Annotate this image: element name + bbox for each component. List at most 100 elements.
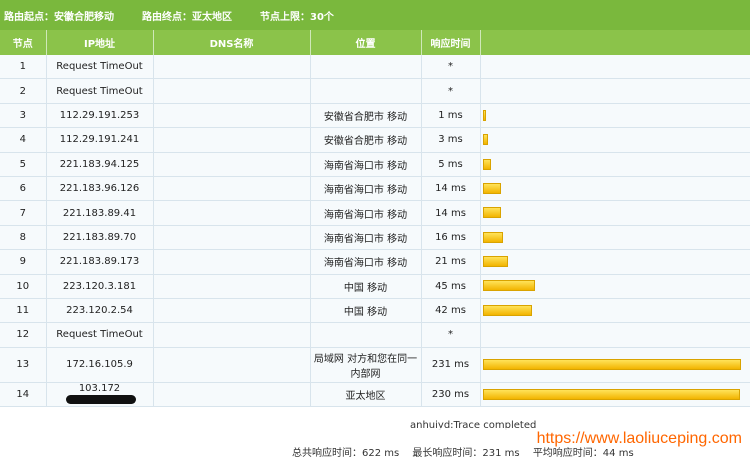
cell-location: 海南省海口市 移动: [310, 152, 422, 177]
cell-location-text: 海南省海口市 移动: [323, 233, 408, 245]
cell-ip-text: 221.183.89.173: [59, 256, 140, 268]
cell-node-text: 11: [16, 305, 30, 317]
cell-response-bar: [480, 347, 750, 383]
cell-response-bar: [480, 382, 750, 408]
avg-time: 平均响应时间：44 ms: [532, 448, 634, 459]
cell-dns: [153, 382, 311, 408]
cell-node-text: 6: [19, 183, 26, 195]
col-bar: [480, 30, 750, 55]
cell-time-text: 5 ms: [438, 158, 463, 170]
cell-location-text: 安徽省合肥市 移动: [323, 136, 408, 148]
cell-location-text: 海南省海口市 移动: [323, 185, 408, 197]
redaction-mark: [65, 394, 136, 404]
cell-node-text: 9: [19, 256, 26, 268]
response-bar: [482, 304, 532, 316]
cell-location: 中国 移动: [310, 274, 422, 299]
cell-node: 11: [0, 298, 47, 324]
col-response-time: 响应时间: [421, 30, 481, 55]
cell-response-bar: [480, 78, 750, 104]
cell-ip-text: 223.120.3.181: [62, 280, 137, 292]
col-ip: IP地址: [46, 30, 154, 55]
response-bar: [482, 158, 491, 170]
cell-location: 中国 移动: [310, 298, 422, 324]
cell-ip: Request TimeOut: [46, 78, 154, 104]
cell-time: 1 ms: [421, 103, 481, 129]
cell-node-text: 5: [19, 158, 26, 170]
cell-ip: 112.29.191.253: [46, 103, 154, 129]
cell-node: 9: [0, 249, 47, 275]
cell-time: 3 ms: [421, 127, 481, 153]
cell-node-text: 3: [19, 109, 26, 121]
response-bar: [482, 280, 535, 292]
cell-node: 5: [0, 152, 47, 177]
cell-node: 6: [0, 176, 47, 202]
cell-dns: [153, 176, 311, 202]
cell-ip-text: 172.16.105.9: [66, 359, 133, 371]
cell-location: 安徽省合肥市 移动: [310, 103, 422, 129]
cell-time: *: [421, 78, 481, 104]
cell-response-bar: [480, 249, 750, 275]
cell-location-text: 海南省海口市 移动: [323, 209, 408, 221]
cell-dns: [153, 298, 311, 324]
col-dns: DNS名称: [153, 30, 311, 55]
table-row: 12 Request TimeOut *: [0, 322, 750, 348]
response-bar: [482, 358, 741, 370]
route-end-label: 路由终点：: [142, 11, 192, 23]
response-bar: [482, 109, 486, 121]
cell-location: 海南省海口市 移动: [310, 176, 422, 202]
cell-node-text: 12: [16, 329, 30, 341]
cell-node: 10: [0, 274, 47, 299]
cell-time-text: *: [448, 329, 453, 341]
summary-bar: 总共响应时间：622 ms 最长响应时间：231 ms 平均响应时间：44 ms: [292, 444, 644, 459]
cell-response-bar: [480, 103, 750, 129]
trace-header: 路由起点： 安徽合肥移动 路由终点： 亚太地区 节点上限： 30个: [0, 0, 750, 30]
cell-node: 8: [0, 225, 47, 251]
route-start-value: 安徽合肥移动: [54, 11, 114, 23]
table-row: 11 223.120.2.54 中国 移动 42 ms: [0, 298, 750, 324]
cell-location: [310, 322, 422, 348]
cell-node: 2: [0, 78, 47, 104]
cell-time-text: 231 ms: [431, 359, 470, 371]
table-row: 14 103.172 亚太地区 230 ms: [0, 382, 750, 408]
cell-ip: 172.16.105.9: [46, 347, 154, 383]
cell-time-text: 21 ms: [435, 256, 466, 268]
cell-time-text: 1 ms: [438, 109, 463, 121]
response-bar: [482, 182, 501, 194]
cell-time-text: 230 ms: [431, 388, 470, 400]
cell-time-text: *: [448, 85, 453, 97]
cell-node: 14: [0, 382, 47, 408]
cell-location: 海南省海口市 移动: [310, 200, 422, 226]
cell-ip: 221.183.89.173: [46, 249, 154, 275]
cell-node-text: 13: [16, 359, 30, 371]
table-row: 6 221.183.96.126 海南省海口市 移动 14 ms: [0, 176, 750, 202]
cell-time-text: 45 ms: [435, 280, 466, 292]
cell-ip: Request TimeOut: [46, 55, 154, 80]
cell-location-text: 亚太地区: [345, 390, 386, 402]
cell-response-bar: [480, 322, 750, 348]
table-row: 4 112.29.191.241 安徽省合肥市 移动 3 ms: [0, 127, 750, 153]
cell-ip-text: 221.183.96.126: [59, 183, 140, 195]
cell-time: 14 ms: [421, 200, 481, 226]
cell-node-text: 4: [19, 134, 26, 146]
cell-dns: [153, 274, 311, 299]
cell-response-bar: [480, 152, 750, 177]
cell-location: 亚太地区: [310, 382, 422, 408]
cell-location-text: 海南省海口市 移动: [323, 258, 408, 270]
node-limit-label: 节点上限：: [260, 11, 310, 23]
table-row: 8 221.183.89.70 海南省海口市 移动 16 ms: [0, 225, 750, 251]
cell-node: 12: [0, 322, 47, 348]
cell-response-bar: [480, 225, 750, 251]
cell-time: *: [421, 322, 481, 348]
total-time: 总共响应时间：622 ms: [292, 448, 400, 459]
cell-location-text: 海南省海口市 移动: [323, 160, 408, 172]
node-limit-value: 30个: [310, 11, 334, 23]
response-bar: [482, 256, 508, 268]
cell-dns: [153, 322, 311, 348]
cell-ip-text: 112.29.191.241: [59, 134, 140, 146]
cell-time: *: [421, 55, 481, 80]
cell-ip-text: 221.183.94.125: [59, 158, 140, 170]
cell-location: [310, 55, 422, 80]
cell-time: 231 ms: [421, 347, 481, 383]
response-bar: [482, 134, 488, 146]
trace-table: 节点 IP地址 DNS名称 位置 响应时间 1 Request TimeOut * 2…: [0, 30, 750, 408]
